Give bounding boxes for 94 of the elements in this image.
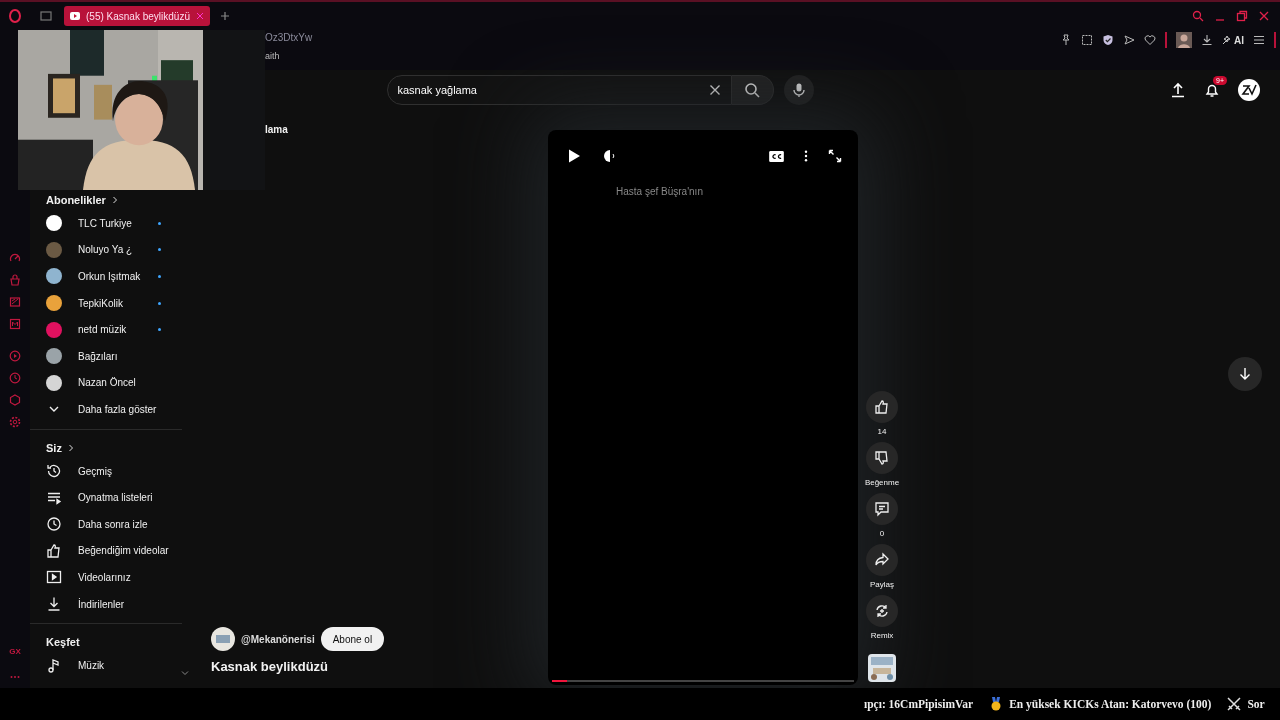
pin-icon[interactable] <box>1060 34 1072 46</box>
download-icon[interactable] <box>1201 34 1213 46</box>
like-button[interactable] <box>866 391 898 423</box>
remix-button[interactable] <box>866 595 898 627</box>
mail-icon[interactable] <box>9 318 21 330</box>
ticker-text: En yüksek KICKs Atan: Katorvevo (100) <box>1009 698 1212 710</box>
shield-icon[interactable] <box>1102 34 1114 46</box>
sidebar-item[interactable]: Daha sonra izle <box>30 510 185 538</box>
crossed-swords-icon <box>1227 697 1242 711</box>
video-player[interactable]: Hasta şef Büşra'nın <box>548 130 858 685</box>
microphone-button[interactable] <box>783 75 814 105</box>
arrow-down-icon <box>1238 367 1252 381</box>
channel-avatar[interactable] <box>211 627 235 651</box>
sidebar-item[interactable]: Müzik <box>30 652 185 679</box>
section-heading[interactable]: Siz <box>30 437 185 458</box>
action-label: 14 <box>877 427 887 436</box>
browser-logo-icon[interactable] <box>8 9 22 23</box>
bookmark-item[interactable]: aith <box>265 51 313 61</box>
clock-icon[interactable] <box>9 372 21 384</box>
menu-icon[interactable] <box>1253 34 1265 46</box>
video-icon <box>46 569 62 586</box>
sidebar-item[interactable]: Beğendiğim videolar <box>30 537 185 565</box>
action-label: Paylaş <box>870 580 894 589</box>
ticker-text: Sor <box>1247 698 1265 710</box>
next-video-button[interactable] <box>1228 357 1262 391</box>
thumbs-down-icon <box>874 450 890 466</box>
channel-item[interactable]: Nazan Öncel <box>30 369 185 397</box>
cube-icon[interactable] <box>9 394 21 406</box>
action-label: 0 <box>879 529 885 538</box>
bell-icon[interactable] <box>1204 82 1220 98</box>
speedometer-icon[interactable] <box>9 252 21 264</box>
tabs-icon[interactable] <box>40 10 52 22</box>
play-icon[interactable] <box>566 148 582 164</box>
chevron-right-icon <box>110 196 119 204</box>
video-caption: Hasta şef Büşra'nın <box>616 186 704 197</box>
chevron-right-icon <box>66 443 75 452</box>
channel-item[interactable]: Bağzıları <box>30 342 185 370</box>
send-icon[interactable] <box>1123 34 1135 46</box>
sidebar-item[interactable]: Videolarınız <box>30 564 185 591</box>
search-icon[interactable] <box>1192 10 1204 22</box>
search-icon <box>744 82 760 98</box>
play-logo-icon <box>70 11 80 21</box>
video-title: Kasnak beylikdüzü <box>211 659 330 674</box>
bag-icon[interactable] <box>9 274 21 286</box>
clear-icon[interactable] <box>708 84 721 96</box>
channel-item[interactable]: Orkun Işıtmak <box>30 263 185 290</box>
channel-handle[interactable]: @Mekanönerisi <box>241 633 315 645</box>
comment-icon <box>874 501 890 517</box>
section-heading[interactable]: Abonelikler <box>30 190 185 210</box>
sparkle-wand-icon <box>1222 35 1232 45</box>
browser-tab[interactable]: (55) Kasnak beylikdüzü <box>64 6 210 26</box>
show-more-button[interactable]: Daha fazla göster <box>30 396 185 423</box>
snapshot-icon[interactable] <box>1081 34 1093 46</box>
section-heading[interactable]: Keşfet <box>30 632 185 653</box>
sidebar-item[interactable]: Oynatma listeleri <box>30 484 185 511</box>
clock-icon <box>46 516 62 533</box>
channel-item[interactable]: TepkiKolik <box>30 289 185 317</box>
captions-icon[interactable] <box>769 150 784 162</box>
share-arrow-icon <box>874 552 890 568</box>
history-icon <box>46 463 62 480</box>
subscribe-button[interactable]: Abone ol <box>320 627 385 651</box>
music-note-icon <box>46 657 62 674</box>
share-button[interactable] <box>866 544 898 576</box>
play-circle-icon[interactable] <box>9 350 21 362</box>
more-options-icon[interactable] <box>804 150 808 162</box>
action-label: Remix <box>870 631 894 640</box>
account-avatar[interactable] <box>1238 79 1260 101</box>
search-button[interactable] <box>731 75 774 105</box>
thumbs-up-icon <box>46 542 62 559</box>
restore-icon[interactable] <box>1236 10 1248 22</box>
ticker-text: ıpçı: 16CmPipisimVar <box>864 698 974 710</box>
microphone-icon <box>790 82 807 98</box>
new-tab-icon[interactable] <box>219 11 230 21</box>
thumbs-up-icon <box>874 399 890 415</box>
heart-icon[interactable] <box>1144 34 1156 46</box>
profile-avatar[interactable] <box>1176 32 1192 48</box>
download-icon <box>46 596 62 612</box>
sidebar-item[interactable]: Geçmiş <box>30 457 185 485</box>
settings-icon[interactable] <box>9 416 21 428</box>
channel-item[interactable]: netd müzik <box>30 316 185 343</box>
close-icon[interactable] <box>1258 10 1270 22</box>
sidebar-item[interactable]: İndirilenler <box>30 590 185 618</box>
dislike-button[interactable] <box>866 442 898 474</box>
action-label: Beğenme <box>864 478 900 487</box>
channel-item[interactable]: TLC Turkiye <box>30 210 185 237</box>
channel-item[interactable]: Noluyo Ya ¿ <box>30 236 185 264</box>
section-title: lama <box>265 124 289 135</box>
remix-icon <box>874 603 890 619</box>
ai-button[interactable]: AI <box>1222 34 1244 46</box>
upload-icon[interactable] <box>1170 82 1186 98</box>
comment-button[interactable] <box>866 493 898 525</box>
search-field[interactable]: kasnak yağlama <box>386 75 732 105</box>
fullscreen-icon[interactable] <box>828 149 842 163</box>
address-text[interactable]: Oz3DtxYw <box>265 32 313 43</box>
